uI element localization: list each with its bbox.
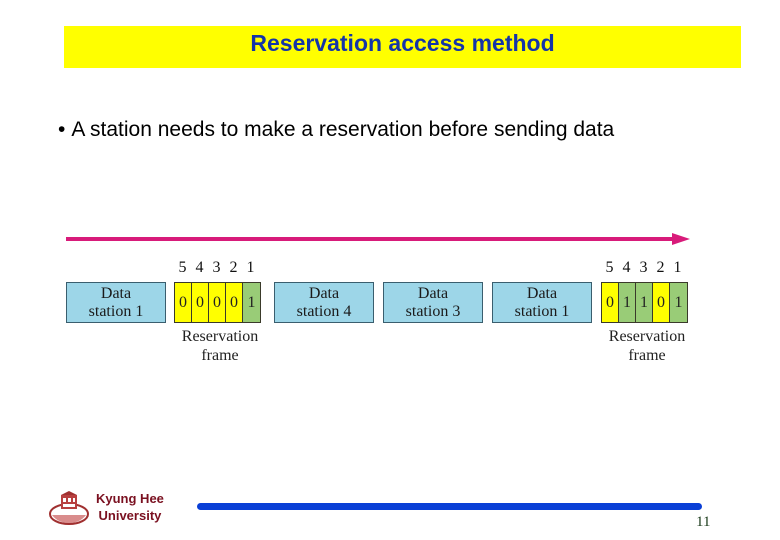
slot-number: 1: [246, 259, 255, 276]
data-frame-label: Data: [100, 284, 132, 302]
reservation-frame-caption: Reservation frame: [165, 327, 275, 365]
reservation-bit: 0: [209, 283, 226, 322]
slot-number: 2: [229, 259, 238, 276]
slot-numbers: 5 4 3 2 1: [601, 259, 686, 277]
reservation-bit: 1: [670, 283, 687, 322]
data-frame-station-3: Data station 3: [383, 282, 483, 323]
data-frame-station-1: Data station 1: [66, 282, 166, 323]
reservation-frame-caption: Reservation frame: [592, 327, 702, 365]
slide-title: Reservation access method: [250, 29, 555, 56]
reservation-bit: 1: [619, 283, 636, 322]
bullet-text: A station needs to make a reservation be…: [71, 118, 615, 141]
reservation-frame: 0 1 1 0 1: [601, 282, 688, 323]
reservation-bit: 0: [175, 283, 192, 322]
data-frame-station-1: Data station 1: [492, 282, 592, 323]
data-frame-station: station 3: [405, 302, 461, 320]
data-frame-station: station 4: [296, 302, 352, 320]
university-name-line: University: [98, 508, 162, 523]
data-frame-station-4: Data station 4: [274, 282, 374, 323]
slot-number: 3: [212, 259, 221, 276]
university-name-line: Kyung Hee: [96, 491, 164, 506]
slot-number: 4: [622, 259, 631, 276]
time-arrow-line: [66, 237, 676, 241]
bullet-point: • A station needs to make a reservation b…: [58, 118, 614, 142]
reservation-bit: 0: [602, 283, 619, 322]
reservation-bit: 0: [653, 283, 670, 322]
slot-number: 2: [656, 259, 665, 276]
slot-number: 5: [178, 259, 187, 276]
data-frame-label: Data: [417, 284, 449, 302]
caption-line: frame: [628, 347, 666, 364]
bullet-icon: •: [58, 118, 66, 141]
reservation-bit: 1: [636, 283, 653, 322]
reservation-bit: 0: [226, 283, 243, 322]
footer-divider: [197, 503, 702, 510]
data-frame-station: station 1: [88, 302, 144, 320]
page-number: 11: [696, 514, 711, 530]
slot-number: 1: [673, 259, 682, 276]
arrow-head-icon: [672, 233, 690, 245]
caption-line: Reservation: [181, 328, 259, 345]
slot-number: 5: [605, 259, 614, 276]
reservation-bit: 1: [243, 283, 260, 322]
reservation-bit: 0: [192, 283, 209, 322]
title-bar: Reservation access method: [64, 26, 741, 68]
data-frame-label: Data: [308, 284, 340, 302]
data-frame-label: Data: [526, 284, 558, 302]
caption-line: frame: [201, 347, 239, 364]
slot-number: 4: [195, 259, 204, 276]
reservation-frame: 0 0 0 0 1: [174, 282, 261, 323]
university-logo-icon: [49, 491, 89, 525]
slot-number: 3: [639, 259, 648, 276]
slot-numbers: 5 4 3 2 1: [174, 259, 259, 277]
caption-line: Reservation: [608, 328, 686, 345]
university-name: Kyung Hee University: [96, 490, 164, 524]
data-frame-station: station 1: [514, 302, 570, 320]
